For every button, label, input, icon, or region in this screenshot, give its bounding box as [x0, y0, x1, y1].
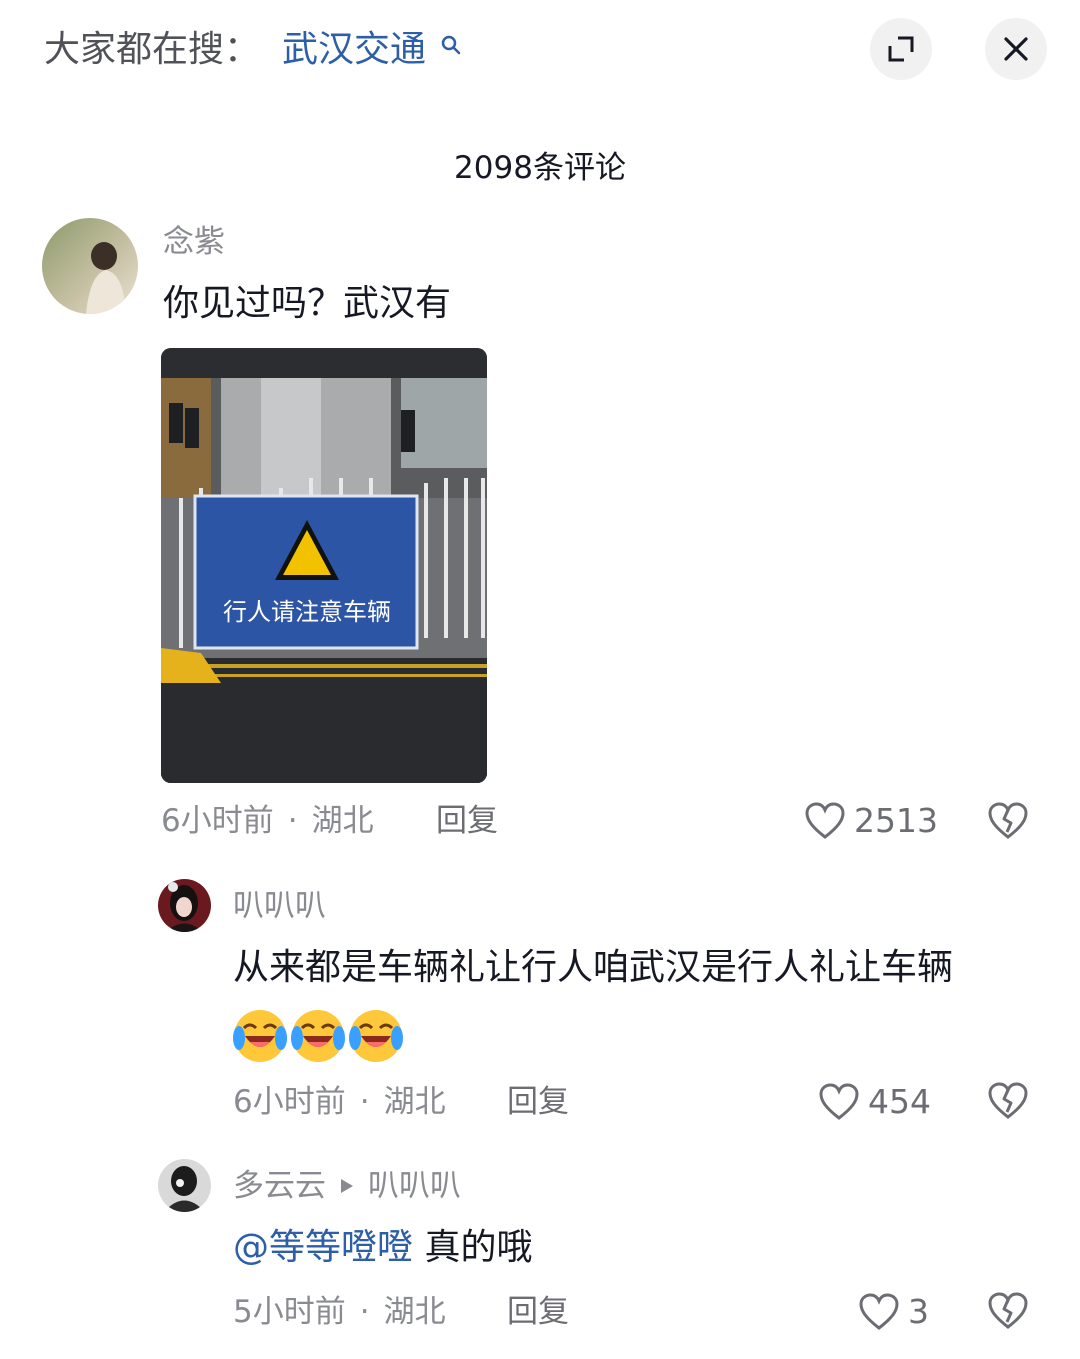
- laugh-cry-emoji-icon: [349, 1010, 403, 1062]
- comment-meta: 6小时前 · 湖北: [161, 801, 374, 841]
- comment-meta: 6小时前 · 湖北: [233, 1082, 446, 1122]
- search-suggestion-bar: 大家都在搜： 武汉交通: [0, 0, 1080, 100]
- like-button[interactable]: 454: [818, 1080, 931, 1124]
- comment-location: 湖北: [311, 803, 374, 839]
- laugh-cry-emoji-icon: [291, 1010, 345, 1062]
- like-count: 2513: [854, 801, 938, 840]
- emoji-row: [232, 1008, 404, 1064]
- like-button[interactable]: 3: [858, 1290, 929, 1334]
- dislike-heart-icon[interactable]: [987, 1080, 1029, 1122]
- comment-text: 从来都是车辆礼让行人咱武汉是行人礼让车辆: [233, 947, 954, 988]
- close-button[interactable]: [985, 18, 1047, 80]
- avatar[interactable]: [42, 218, 138, 314]
- heart-icon: [859, 1293, 899, 1330]
- reply-button[interactable]: 回复: [507, 1292, 569, 1332]
- like-count: 3: [908, 1292, 929, 1331]
- avatar[interactable]: [158, 879, 211, 932]
- search-icon[interactable]: [440, 34, 462, 56]
- meta-separator: ·: [359, 1084, 370, 1120]
- search-suggestion-term[interactable]: 武汉交通: [282, 26, 426, 74]
- comment-username[interactable]: 多云云: [233, 1168, 326, 1204]
- comment-count: 2098条评论: [454, 150, 626, 186]
- expand-icon: [888, 36, 914, 62]
- dislike-heart-icon[interactable]: [987, 800, 1029, 842]
- comment-time: 6小时前: [233, 1084, 346, 1120]
- search-suggestion-prefix: 大家都在搜：: [44, 29, 261, 70]
- comment-time: 5小时前: [233, 1294, 346, 1330]
- laugh-cry-emoji-icon: [233, 1010, 287, 1062]
- comment-username[interactable]: 叭叭叭: [233, 886, 326, 926]
- comment-image[interactable]: 行人请注意车辆: [161, 348, 487, 783]
- comment-username[interactable]: 念紫: [163, 222, 225, 262]
- like-button[interactable]: 2513: [804, 799, 938, 843]
- reply-to-username[interactable]: 叭叭叭: [368, 1168, 461, 1204]
- dislike-heart-icon[interactable]: [987, 1290, 1029, 1332]
- comment-location: 湖北: [383, 1084, 446, 1120]
- comment-text-line: @等等噔噔 真的哦: [233, 1222, 532, 1274]
- meta-separator: ·: [359, 1294, 370, 1330]
- reply-arrow-icon: [341, 1179, 353, 1193]
- comment-text: 你见过吗？武汉有: [163, 283, 452, 324]
- expand-button[interactable]: [870, 18, 932, 80]
- heart-icon: [819, 1083, 859, 1120]
- comment-time: 6小时前: [161, 803, 274, 839]
- meta-separator: ·: [287, 803, 298, 839]
- avatar[interactable]: [158, 1159, 211, 1212]
- like-count: 454: [868, 1082, 931, 1121]
- reply-button[interactable]: 回复: [436, 801, 498, 841]
- sign-text: 行人请注意车辆: [223, 598, 391, 626]
- comment-text: 真的哦: [413, 1227, 533, 1268]
- comment-username-line: 多云云 叭叭叭: [233, 1166, 461, 1206]
- comment-location: 湖北: [383, 1294, 446, 1330]
- mention-link[interactable]: @等等噔噔: [233, 1227, 413, 1268]
- heart-icon: [805, 802, 845, 839]
- close-icon: [1004, 37, 1028, 61]
- reply-button[interactable]: 回复: [507, 1082, 569, 1122]
- comment-meta: 5小时前 · 湖北: [233, 1292, 446, 1332]
